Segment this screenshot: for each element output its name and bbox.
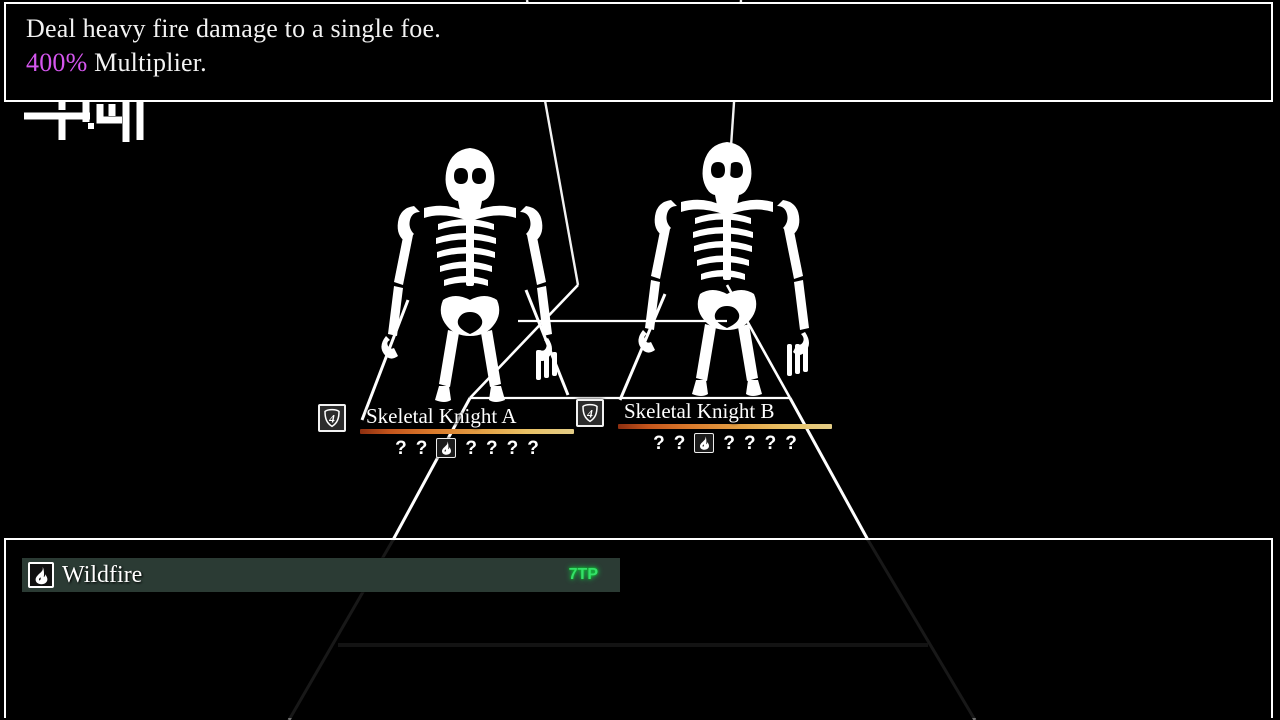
wildfire-skill-icon [28,562,54,588]
enemy-a-status-slot-2[interactable]: ? [416,439,428,458]
enemy-a-status-slot-7[interactable]: ? [527,439,539,458]
enemy-a-status-slot-4[interactable]: ? [465,439,477,458]
game-screen: Deal heavy fire damage to a single foe. … [0,0,1280,720]
enemy-b-status-slots: ? ? ? ? ? ? [618,433,832,453]
enemy-b-status-block[interactable]: 4 Skeletal Knight B ? ? ? ? [576,399,832,453]
tooltip-multiplier-suffix: Multiplier. [87,48,206,77]
enemy-b-status-slot-3-fire-icon[interactable] [694,433,714,453]
wildfire-skill-cost: 7TP [569,567,598,583]
tooltip-multiplier-value: 400% [26,48,87,77]
tooltip-description-text: Deal heavy fire damage to a single foe. [26,14,441,43]
skeleton-knight-a-sprite [381,148,557,402]
shield-crest-icon: 4 [580,403,600,423]
skeleton-knight-b-sprite [638,142,809,396]
tooltip-description-line: Deal heavy fire damage to a single foe. [26,12,1271,46]
fire-icon [698,436,711,450]
enemy-a-level-badge: 4 [318,404,346,432]
enemy-b-name: Skeletal Knight B [618,399,832,423]
enemy-b-hp-bar [618,424,832,429]
enemy-a-hp-bar [360,429,574,434]
enemy-a-status-slot-1[interactable]: ? [395,439,407,458]
enemy-b-level-value: 4 [586,408,593,420]
enemy-a-status-slots: ? ? ? ? ? ? [360,438,574,458]
enemy-a-level-value: 4 [328,413,335,425]
enemy-a-status-slot-5[interactable]: ? [486,439,498,458]
enemy-a-status-block[interactable]: 4 Skeletal Knight A ? ? ? ? [318,404,574,458]
enemy-b-status-slot-2[interactable]: ? [674,434,686,453]
enemy-a-name: Skeletal Knight A [360,404,574,428]
enemy-b-level-badge: 4 [576,399,604,427]
enemy-a-status-slot-6[interactable]: ? [507,439,519,458]
enemy-b-status-slot-7[interactable]: ? [785,434,797,453]
fire-icon [33,566,50,585]
wildfire-skill-name: Wildfire [62,562,569,588]
shield-crest-icon: 4 [322,408,342,428]
fire-icon [440,441,453,455]
skill-description-tooltip: Deal heavy fire damage to a single foe. … [4,2,1273,102]
tooltip-multiplier-line: 400% Multiplier. [26,46,1271,80]
skill-selection-panel: Wildfire 7TP [4,538,1273,718]
enemy-b-status-slot-6[interactable]: ? [765,434,777,453]
enemy-b-status-slot-1[interactable]: ? [653,434,665,453]
enemy-a-status-slot-3-fire-icon[interactable] [436,438,456,458]
enemy-b-hp-fill [618,424,832,429]
skill-item-wildfire[interactable]: Wildfire 7TP [22,558,620,592]
enemy-a-hp-fill [360,429,574,434]
enemy-b-status-slot-5[interactable]: ? [744,434,756,453]
enemy-b-status-slot-4[interactable]: ? [723,434,735,453]
